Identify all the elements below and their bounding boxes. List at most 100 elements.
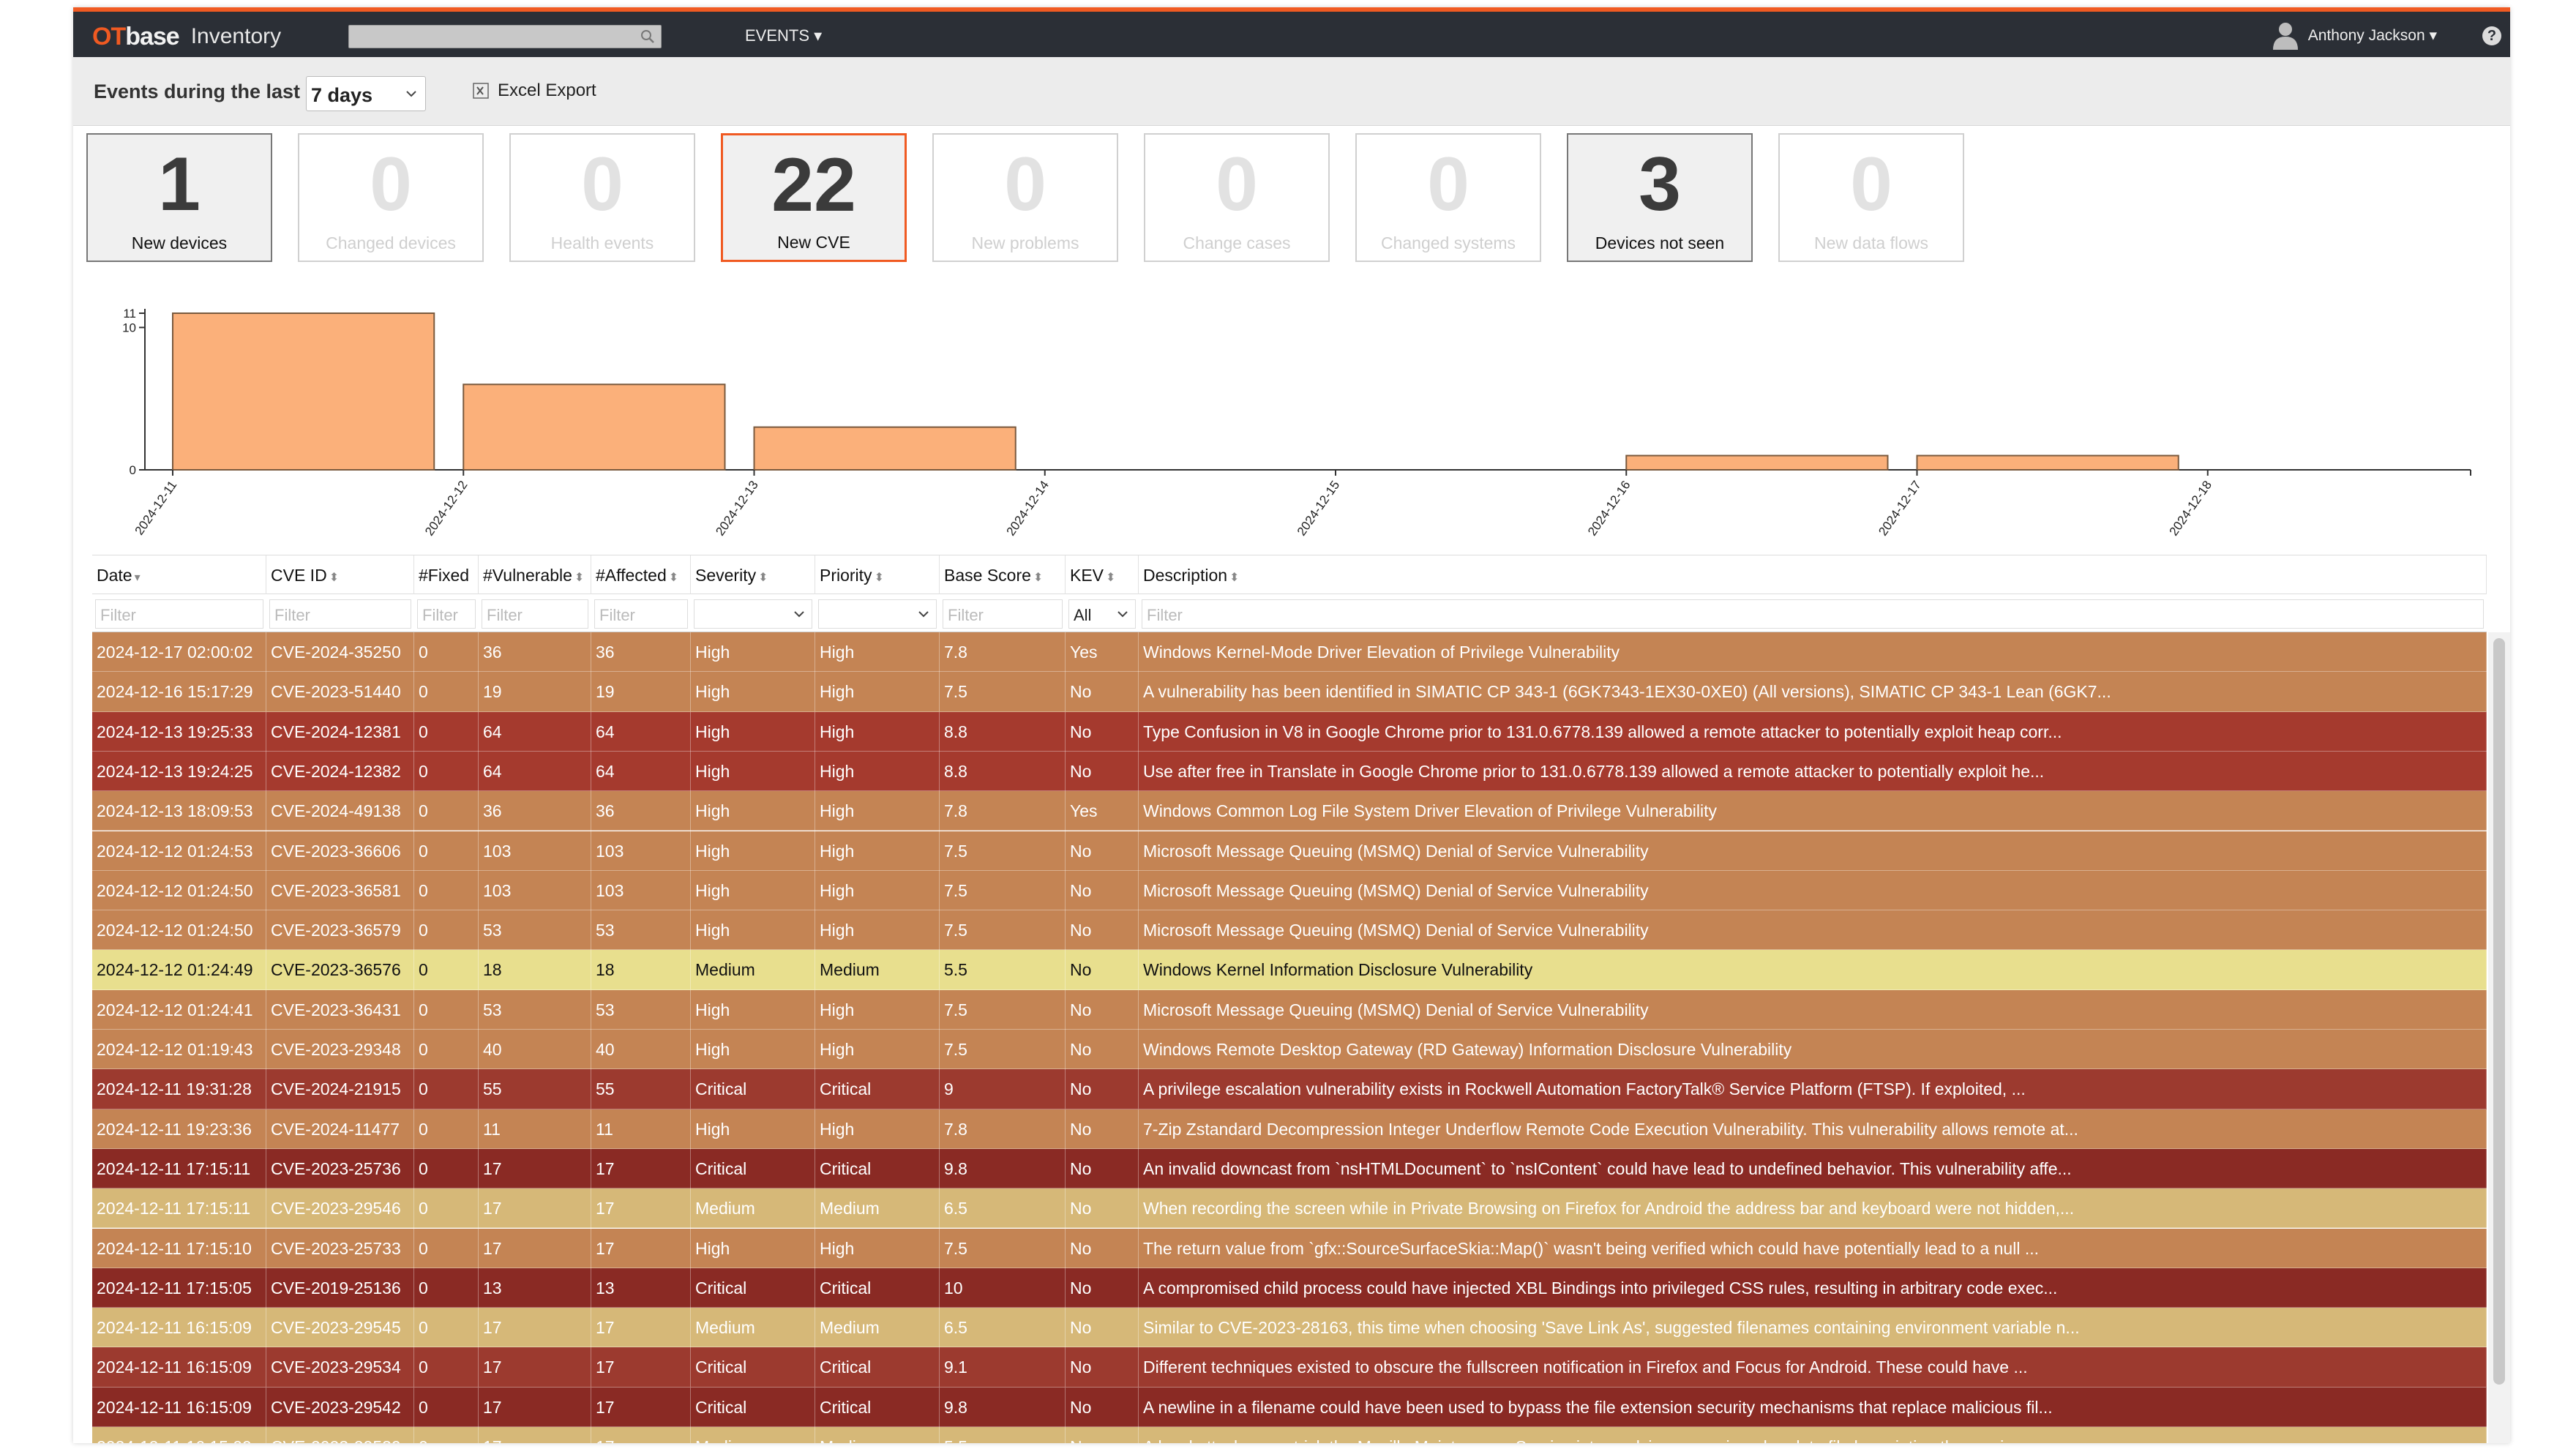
user-menu[interactable]: Anthony Jackson ▾ <box>2272 20 2437 50</box>
table-scrollbar[interactable] <box>2488 632 2510 1443</box>
table-row[interactable]: 2024-12-13 19:24:25 CVE-2024-12382 0 64 64 Hi… <box>92 751 2487 792</box>
table-row[interactable]: 2024-12-11 17:15:05 CVE-2019-25136 0 13 13 Cr… <box>92 1268 2487 1308</box>
cell-date: 2024-12-11 17:15:11 <box>92 1188 266 1229</box>
time-range-select[interactable]: 7 days <box>306 76 426 111</box>
tile-new-devices[interactable]: 1 New devices <box>86 133 272 262</box>
table-row[interactable]: 2024-12-13 18:09:53 CVE-2024-49138 0 36 36 Hi… <box>92 791 2487 831</box>
filter-select-kev[interactable]: All <box>1068 599 1136 629</box>
cell-prio: High <box>815 751 940 791</box>
cell-sev: High <box>691 711 815 752</box>
table-row[interactable]: 2024-12-13 19:25:33 CVE-2024-12381 0 64 64 Hi… <box>92 711 2487 752</box>
help-icon[interactable]: ? <box>2482 26 2501 45</box>
brand-logo[interactable]: OT base Inventory <box>92 22 281 51</box>
table-row[interactable]: 2024-12-11 16:15:09 CVE-2023-29542 0 17 17 Cr… <box>92 1387 2487 1427</box>
tile-changed-devices[interactable]: 0 Changed devices <box>298 133 484 262</box>
x-tick-label: 2024-12-17 <box>1876 478 1923 538</box>
tile-health-events[interactable]: 0 Health events <box>509 133 695 262</box>
tile-changed-systems[interactable]: 0 Changed systems <box>1355 133 1541 262</box>
column-header-date[interactable]: Date ▾ <box>92 555 266 595</box>
cell-date: 2024-12-13 19:25:33 <box>92 711 266 752</box>
cell-score: 5.5 <box>940 1427 1066 1443</box>
filter-select-prio[interactable] <box>818 599 937 629</box>
cell-vuln: 64 <box>479 751 591 791</box>
filter-input-date[interactable]: Filter <box>95 599 263 629</box>
filter-input-cve[interactable]: Filter <box>269 599 411 629</box>
time-range-value: 7 days <box>311 84 373 106</box>
sort-icon[interactable]: ⬍ <box>669 572 678 584</box>
sort-icon[interactable]: ⬍ <box>1229 572 1239 584</box>
cell-fixed: 0 <box>414 672 479 712</box>
filter-select-sev[interactable] <box>694 599 812 629</box>
sort-icon[interactable]: ⬍ <box>329 572 339 584</box>
table-header: Date ▾ CVE ID ⬍ #Fixed #Vulnerable ⬍ #Affected ⬍… <box>92 555 2487 595</box>
table-row[interactable]: 2024-12-12 01:24:50 CVE-2023-36579 0 53 53 Hi… <box>92 910 2487 951</box>
table-row[interactable]: 2024-12-11 17:15:11 CVE-2023-25736 0 17 17 Cr… <box>92 1148 2487 1189</box>
tile-change-cases[interactable]: 0 Change cases <box>1144 133 1330 262</box>
scrollbar-thumb[interactable] <box>2493 638 2505 1385</box>
tile-new-problems[interactable]: 0 New problems <box>932 133 1118 262</box>
table-row[interactable]: 2024-12-12 01:24:50 CVE-2023-36581 0 103 103… <box>92 870 2487 911</box>
cell-kev: No <box>1066 1427 1139 1443</box>
table-row[interactable]: 2024-12-12 01:24:49 CVE-2023-36576 0 18 18 Me… <box>92 950 2487 990</box>
filter-input-desc[interactable]: Filter <box>1142 599 2484 629</box>
column-header-fixed[interactable]: #Fixed <box>414 555 479 595</box>
column-header-desc[interactable]: Description ⬍ <box>1139 555 2487 595</box>
table-row[interactable]: 2024-12-11 19:31:28 CVE-2024-21915 0 55 55 Cr… <box>92 1069 2487 1109</box>
tile-devices-not-seen[interactable]: 3 Devices not seen <box>1567 133 1753 262</box>
kev-filter-value: All <box>1074 606 1092 624</box>
column-header-score[interactable]: Base Score ⬍ <box>940 555 1066 595</box>
cell-fixed: 0 <box>414 1228 479 1268</box>
table-row[interactable]: 2024-12-11 17:15:11 CVE-2023-29546 0 17 17 Me… <box>92 1188 2487 1229</box>
table-row[interactable]: 2024-12-11 17:15:10 CVE-2023-25733 0 17 17 Hi… <box>92 1228 2487 1268</box>
table-row[interactable]: 2024-12-11 19:23:36 CVE-2024-11477 0 11 11 Hi… <box>92 1109 2487 1149</box>
table-row[interactable]: 2024-12-12 01:24:41 CVE-2023-36431 0 53 53 Hi… <box>92 989 2487 1030</box>
column-header-vuln[interactable]: #Vulnerable ⬍ <box>479 555 591 595</box>
table-row[interactable]: 2024-12-17 02:00:02 CVE-2024-35250 0 36 36 Hi… <box>92 632 2487 673</box>
table-row[interactable]: 2024-12-12 01:19:43 CVE-2023-29348 0 40 40 Hi… <box>92 1030 2487 1070</box>
column-header-prio[interactable]: Priority ⬍ <box>815 555 940 595</box>
sort-icon[interactable]: ⬍ <box>574 572 584 584</box>
tile-label: New problems <box>971 233 1079 252</box>
cell-fixed: 0 <box>414 1387 479 1427</box>
table-row[interactable]: 2024-12-11 16:15:09 CVE-2023-29534 0 17 17 Cr… <box>92 1347 2487 1388</box>
table-row[interactable]: 2024-12-11 16:15:09CVE-2023-2953901717Me… <box>92 1427 2487 1443</box>
column-header-aff[interactable]: #Affected ⬍ <box>591 555 691 595</box>
search-icon[interactable] <box>639 28 656 45</box>
column-header-kev[interactable]: KEV ⬍ <box>1066 555 1139 595</box>
sort-icon[interactable]: ⬍ <box>875 572 884 584</box>
cell-desc: Type Confusion in V8 in Google Chrome pr… <box>1139 711 2487 752</box>
table-row[interactable]: 2024-12-11 16:15:09 CVE-2023-29545 0 17 17 Me… <box>92 1308 2487 1348</box>
column-header-label: Date <box>97 566 132 585</box>
cell-cve: CVE-2023-29539 <box>266 1427 414 1443</box>
filter-input-aff[interactable]: Filter <box>594 599 688 629</box>
cell-sev: High <box>691 1228 815 1268</box>
table-row[interactable]: 2024-12-12 01:24:53 CVE-2023-36606 0 103 103… <box>92 831 2487 871</box>
sort-icon[interactable]: ▾ <box>135 572 141 584</box>
filter-input-fixed[interactable]: Filter <box>417 599 476 629</box>
cve-table: Date ▾ CVE ID ⬍ #Fixed #Vulnerable ⬍ #Affected ⬍… <box>92 555 2510 1443</box>
column-header-label: KEV <box>1070 566 1104 585</box>
sort-icon[interactable]: ⬍ <box>1033 572 1043 584</box>
chart-bar-2024-12-13 <box>753 426 1016 471</box>
brand-base: base <box>125 22 179 50</box>
excel-export-button[interactable]: Excel Export <box>471 80 596 101</box>
cell-kev: No <box>1066 910 1139 951</box>
cell-sev: High <box>691 910 815 951</box>
column-header-cve[interactable]: CVE ID ⬍ <box>266 555 414 595</box>
top-navigation-bar: OT base Inventory EVENTS ▾ Anthony Jackso… <box>73 7 2510 57</box>
cell-prio: Critical <box>815 1069 940 1109</box>
sort-icon[interactable]: ⬍ <box>758 572 768 584</box>
tile-new-data-flows[interactable]: 0 New data flows <box>1778 133 1964 262</box>
table-row[interactable]: 2024-12-16 15:17:29 CVE-2023-51440 0 19 19 Hi… <box>92 672 2487 712</box>
sort-icon[interactable]: ⬍ <box>1106 572 1115 584</box>
events-menu[interactable]: EVENTS ▾ <box>745 26 822 45</box>
cell-vuln: 36 <box>479 632 591 672</box>
y-tick-label: 10 <box>122 321 136 334</box>
column-header-sev[interactable]: Severity ⬍ <box>691 555 815 595</box>
x-tick-label: 2024-12-15 <box>1295 478 1342 538</box>
cell-fixed: 0 <box>414 1188 479 1229</box>
search-input[interactable] <box>348 25 662 48</box>
filter-input-score[interactable]: Filter <box>943 599 1063 629</box>
filter-input-vuln[interactable]: Filter <box>482 599 588 629</box>
tile-new-cve[interactable]: 22 New CVE <box>721 133 907 262</box>
